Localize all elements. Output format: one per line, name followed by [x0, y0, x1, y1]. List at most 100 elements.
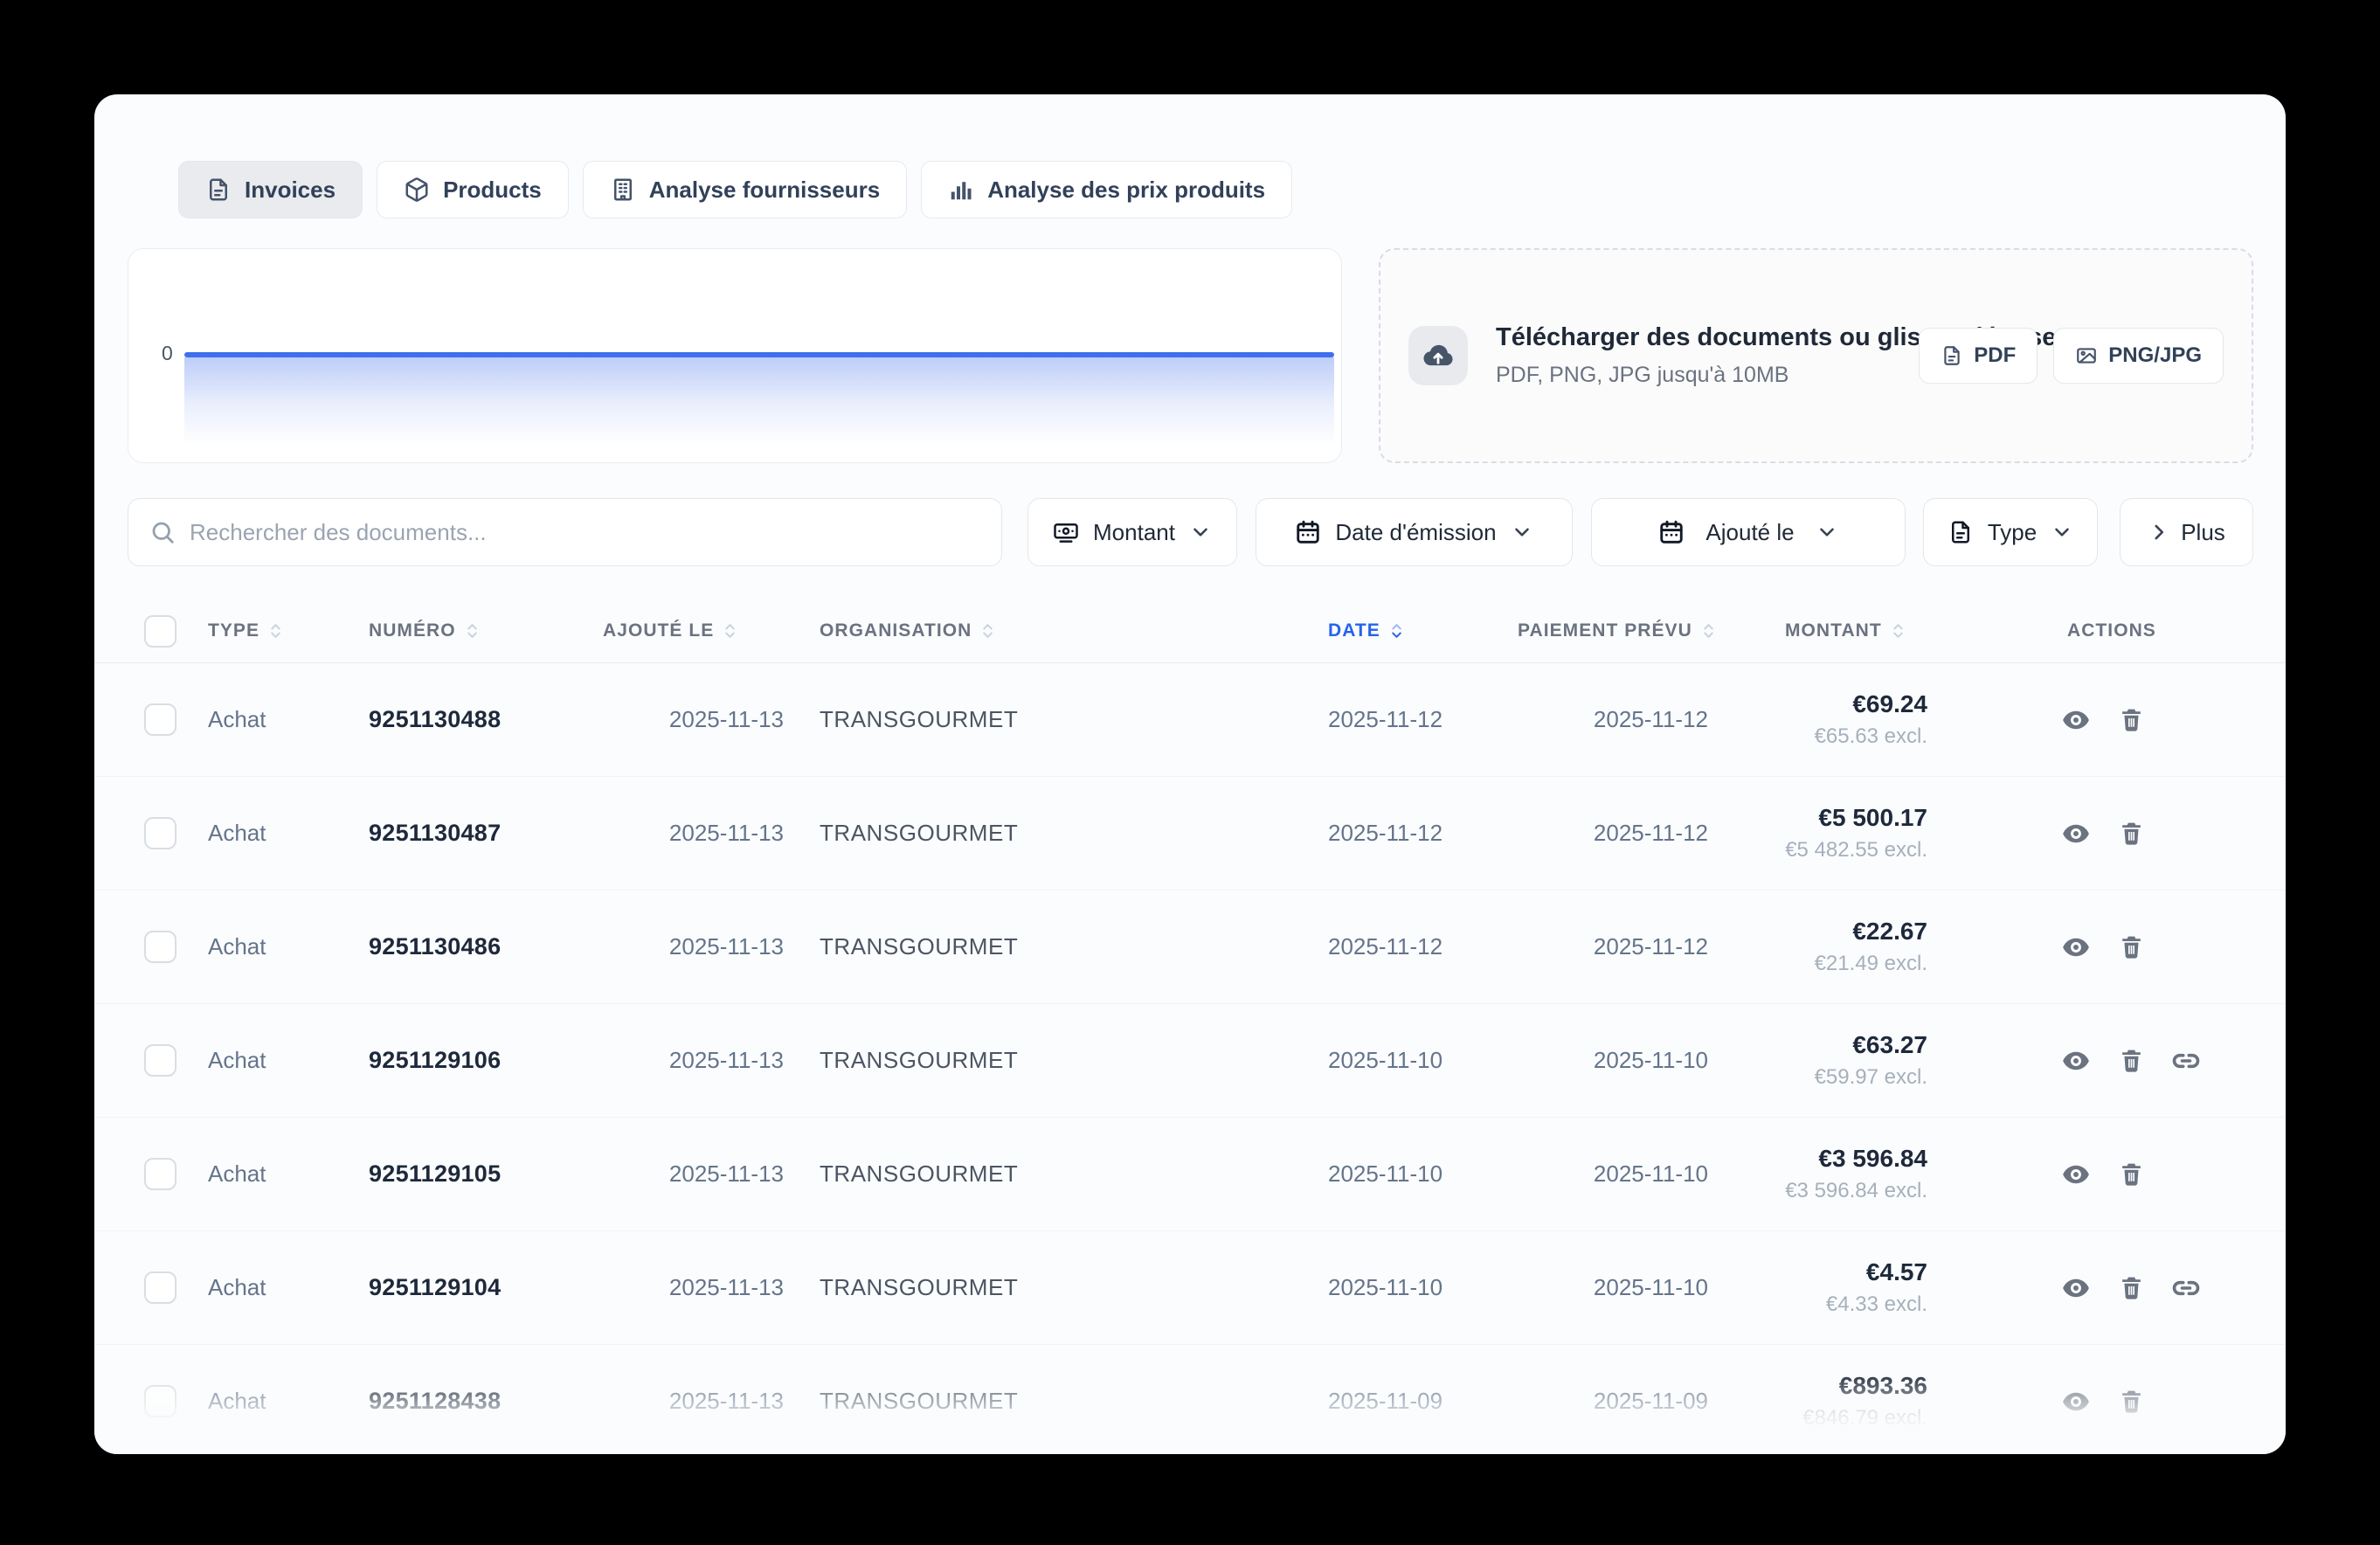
upload-dropzone[interactable]: Télécharger des documents ou glisser-dép…	[1379, 248, 2253, 463]
upload-title: Télécharger des documents ou glisser-dép…	[1496, 323, 1891, 352]
eye-icon	[2061, 1273, 2091, 1303]
eye-icon	[2061, 932, 2091, 962]
invoices-app-card: Invoices Products Analyse fournisseurs A…	[94, 94, 2286, 1454]
cell-type: Achat	[208, 820, 369, 847]
view-action-button[interactable]	[2060, 932, 2092, 963]
cell-type: Achat	[208, 1388, 369, 1415]
search-box[interactable]	[128, 498, 1002, 566]
column-header-numero[interactable]: NUMÉRO	[369, 620, 603, 641]
upload-png-label: PNG/JPG	[2108, 343, 2202, 368]
filter-montant-button[interactable]: Montant	[1027, 498, 1237, 566]
cell-date: 2025-11-10	[1328, 1160, 1518, 1188]
view-action-button[interactable]	[2060, 704, 2092, 736]
search-filter-row: Montant Date d'émission Ajouté le Type P…	[128, 498, 2253, 566]
montant-incl: €69.24	[1785, 690, 1927, 718]
view-action-button[interactable]	[2060, 1386, 2092, 1417]
view-action-button[interactable]	[2060, 818, 2092, 849]
delete-action-button[interactable]	[2115, 1159, 2147, 1190]
eye-icon	[2061, 1160, 2091, 1189]
chart-y-tick: 0	[162, 342, 173, 365]
montant-excl: €65.63 excl.	[1785, 724, 1927, 749]
sort-icon	[980, 620, 995, 641]
view-action-button[interactable]	[2060, 1045, 2092, 1077]
chevron-down-icon	[1511, 521, 1533, 544]
row-checkbox[interactable]	[144, 1044, 176, 1077]
filter-plus-button[interactable]: Plus	[2120, 498, 2253, 566]
trash-icon	[2118, 1388, 2145, 1415]
search-input[interactable]	[190, 519, 980, 546]
tab-analyse-prix-produits[interactable]: Analyse des prix produits	[921, 161, 1292, 218]
table-row[interactable]: Achat 9251128438 2025-11-13 TRANSGOURMET…	[94, 1345, 2286, 1454]
cell-numero: 9251129104	[369, 1274, 603, 1301]
upload-png-jpg-button[interactable]: PNG/JPG	[2053, 328, 2224, 384]
cell-organisation: TRANSGOURMET	[820, 820, 1328, 847]
row-checkbox[interactable]	[144, 817, 176, 849]
row-checkbox[interactable]	[144, 1158, 176, 1190]
select-all-checkbox[interactable]	[144, 615, 176, 648]
filter-ajoute-le-button[interactable]: Ajouté le	[1591, 498, 1906, 566]
filter-type-button[interactable]: Type	[1923, 498, 2098, 566]
upload-pdf-button[interactable]: PDF	[1919, 328, 2038, 384]
column-label: AJOUTÉ LE	[603, 620, 714, 641]
cell-paiement-prevu: 2025-11-10	[1518, 1274, 1785, 1301]
montant-excl: €59.97 excl.	[1785, 1065, 1927, 1090]
view-action-button[interactable]	[2060, 1159, 2092, 1190]
cell-ajoute-le: 2025-11-13	[603, 1388, 820, 1415]
cell-paiement-prevu: 2025-11-12	[1518, 706, 1785, 733]
delete-action-button[interactable]	[2115, 1386, 2147, 1417]
link-action-button[interactable]	[2170, 1045, 2202, 1077]
cell-numero: 9251130488	[369, 706, 603, 733]
delete-action-button[interactable]	[2115, 704, 2147, 736]
tab-products[interactable]: Products	[377, 161, 569, 218]
upload-buttons: PDF PNG/JPG	[1919, 328, 2224, 384]
cell-actions	[1960, 932, 2286, 963]
view-action-button[interactable]	[2060, 1272, 2092, 1304]
montant-excl: €3 596.84 excl.	[1785, 1179, 1927, 1203]
column-header-montant[interactable]: MONTANT	[1785, 620, 1960, 641]
row-checkbox[interactable]	[144, 703, 176, 736]
cell-date: 2025-11-09	[1328, 1388, 1518, 1415]
montant-incl: €63.27	[1785, 1031, 1927, 1059]
cell-numero: 9251130486	[369, 933, 603, 960]
delete-action-button[interactable]	[2115, 1045, 2147, 1077]
chevron-down-icon	[1189, 521, 1212, 544]
cell-montant: €22.67 €21.49 excl.	[1785, 918, 1960, 976]
table-row[interactable]: Achat 9251130488 2025-11-13 TRANSGOURMET…	[94, 663, 2286, 777]
delete-action-button[interactable]	[2115, 818, 2147, 849]
column-header-date[interactable]: DATE	[1328, 620, 1518, 641]
chevron-right-icon	[2148, 521, 2170, 544]
tab-analyse-fournisseurs[interactable]: Analyse fournisseurs	[583, 161, 907, 218]
column-label: NUMÉRO	[369, 620, 456, 641]
tab-invoices[interactable]: Invoices	[178, 161, 363, 218]
column-header-ajoute-le[interactable]: AJOUTÉ LE	[603, 620, 820, 641]
column-header-paiement-prevu[interactable]: PAIEMENT PRÉVU	[1518, 620, 1785, 641]
table-row[interactable]: Achat 9251129104 2025-11-13 TRANSGOURMET…	[94, 1231, 2286, 1345]
cell-organisation: TRANSGOURMET	[820, 1388, 1328, 1415]
delete-action-button[interactable]	[2115, 932, 2147, 963]
column-header-organisation[interactable]: ORGANISATION	[820, 620, 1328, 641]
eye-icon	[2061, 705, 2091, 735]
table-row[interactable]: Achat 9251129106 2025-11-13 TRANSGOURMET…	[94, 1004, 2286, 1118]
chevron-down-icon	[2051, 521, 2073, 544]
filter-date-emission-button[interactable]: Date d'émission	[1256, 498, 1573, 566]
table-row[interactable]: Achat 9251130487 2025-11-13 TRANSGOURMET…	[94, 777, 2286, 890]
column-header-type[interactable]: TYPE	[208, 620, 369, 641]
row-checkbox[interactable]	[144, 1271, 176, 1304]
row-checkbox[interactable]	[144, 1385, 176, 1417]
chart-area-fill	[184, 357, 1334, 445]
row-checkbox[interactable]	[144, 931, 176, 963]
sort-icon	[268, 620, 283, 641]
cell-ajoute-le: 2025-11-13	[603, 1274, 820, 1301]
link-action-button[interactable]	[2170, 1272, 2202, 1304]
table-row[interactable]: Achat 9251129105 2025-11-13 TRANSGOURMET…	[94, 1118, 2286, 1231]
trash-icon	[2118, 1274, 2145, 1301]
sort-icon-active-desc	[1389, 620, 1404, 641]
sort-icon	[1891, 620, 1906, 641]
table-row[interactable]: Achat 9251130486 2025-11-13 TRANSGOURMET…	[94, 890, 2286, 1004]
cell-type: Achat	[208, 1047, 369, 1074]
montant-incl: €893.36	[1785, 1372, 1927, 1400]
table-body: Achat 9251130488 2025-11-13 TRANSGOURMET…	[94, 663, 2286, 1454]
delete-action-button[interactable]	[2115, 1272, 2147, 1304]
calendar-icon	[1295, 519, 1321, 545]
link-icon	[2170, 1045, 2202, 1077]
